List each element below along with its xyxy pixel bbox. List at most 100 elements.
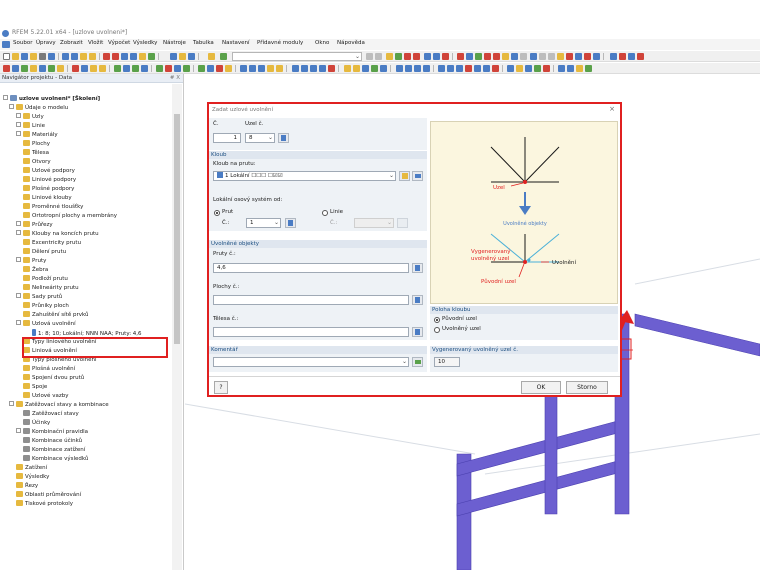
menu-tabulka[interactable]: Tabulka [193,40,214,46]
cancel-button[interactable]: Storno [566,381,608,394]
divide-icon[interactable] [114,65,121,72]
view-iso-icon[interactable] [267,65,274,72]
tree-item-intersections[interactable]: Průniky ploch [23,302,69,311]
wizard-icon[interactable] [534,65,541,72]
open-icon[interactable] [12,53,19,60]
view-persp-icon[interactable] [276,65,283,72]
snap-icon[interactable] [530,53,537,60]
member-no-select[interactable]: 1 ⌄ [246,218,281,228]
tree-item-loads[interactable]: Zatížení [16,464,47,473]
load-member-icon[interactable] [165,65,172,72]
view-z-icon[interactable] [484,53,491,60]
tree-item-member-sets[interactable]: Sady prutů [16,293,62,302]
show-loads-icon[interactable] [328,65,335,72]
comment-field[interactable]: ⌄ [213,357,409,367]
hinge-select[interactable]: 1 Lokální ☐☐☐ ☐☑☑ ⌄ [213,171,396,181]
show-members-icon[interactable] [310,65,317,72]
line-icon[interactable] [12,65,19,72]
tree-item-cross-sections[interactable]: Průřezy [16,221,53,230]
snap-grid-icon[interactable] [465,65,472,72]
tree-item-nodes[interactable]: Uzly [16,113,44,122]
scrollbar-thumb[interactable] [174,114,180,344]
snap-end-icon[interactable] [492,65,499,72]
tree-item-project[interactable]: uzlove uvolneni* [Školení] [3,95,100,104]
numbering-icon[interactable] [292,65,299,72]
tree-item-eccentricities[interactable]: Excentricity prutu [23,239,81,248]
close-icon[interactable]: × [609,105,615,113]
edit-hinge-button[interactable] [412,171,423,181]
model-icon[interactable] [89,53,96,60]
axis-icon[interactable] [575,53,582,60]
dxf-icon[interactable] [525,65,532,72]
design-check-icon[interactable] [543,65,550,72]
ok-button[interactable]: OK [521,381,561,394]
tree-item-orthotropic[interactable]: Ortotropní plochy a membrány [23,212,117,221]
pick-solids-button[interactable] [412,327,423,337]
result-stress-icon[interactable] [216,65,223,72]
collapse-icon[interactable] [9,104,14,109]
print-graphic-icon[interactable] [576,65,583,72]
help-icon[interactable] [637,53,644,60]
load-case-select[interactable]: ⌄ [232,52,362,61]
guide-obj-icon[interactable] [371,65,378,72]
zoom-icon[interactable] [121,53,128,60]
rotate-icon[interactable] [130,53,137,60]
solids-field[interactable] [213,327,409,337]
expand-icon[interactable] [16,113,21,118]
wireframe-icon[interactable] [511,53,518,60]
grid-icon[interactable] [179,53,186,60]
tree-item-model-data[interactable]: Údaje o modelu [9,104,68,113]
snap-mid-icon[interactable] [483,65,490,72]
clip-icon[interactable] [405,65,412,72]
redo-icon[interactable] [71,53,78,60]
menu-vypocet[interactable]: Výpočet [108,40,130,46]
radio-line[interactable] [322,210,328,216]
menu-vysledky[interactable]: Výsledky [133,40,157,46]
tree-item-sections[interactable]: Řezy [16,482,38,491]
expand-icon[interactable] [16,428,21,433]
workplane-xz-icon[interactable] [456,65,463,72]
navigator-pin-controls[interactable]: # X [170,75,180,81]
prev-icon[interactable] [366,53,373,60]
coordinate-icon[interactable] [584,53,591,60]
tree-item-materials[interactable]: Materiály [16,131,58,140]
menu-pridavne-moduly[interactable]: Přídavné moduly [257,40,303,46]
generate-icon[interactable] [132,65,139,72]
deform-icon[interactable] [395,53,402,60]
dimension-obj-icon[interactable] [380,65,387,72]
radio-released-node[interactable] [434,327,440,333]
select-icon[interactable] [80,53,87,60]
view-y-icon[interactable] [475,53,482,60]
load-surface-icon[interactable] [183,65,190,72]
expand-icon[interactable] [16,293,21,298]
workplane-xy-icon[interactable] [438,65,445,72]
workplane-yz-icon[interactable] [447,65,454,72]
menu-nastroje[interactable]: Nástroje [163,40,186,46]
render-icon[interactable] [502,53,509,60]
connect-icon[interactable] [123,65,130,72]
visibility-icon[interactable] [362,65,369,72]
values-icon[interactable] [404,53,411,60]
pick-surfaces-button[interactable] [412,295,423,305]
ortho-mode-icon[interactable] [507,65,514,72]
menu-soubor[interactable]: Soubor [13,40,32,46]
tree-item-surface-supports[interactable]: Plošné podpory [23,185,74,194]
tree-item-printout-reports[interactable]: Tiskové protokoly [16,500,73,509]
results-icon[interactable] [112,53,119,60]
show-surfaces-icon[interactable] [319,65,326,72]
print-preview-icon[interactable] [48,53,55,60]
menu-okno[interactable]: Okno [315,40,329,46]
module-icon[interactable] [610,53,617,60]
iso-view-icon[interactable] [493,53,500,60]
expand-icon[interactable] [16,257,21,262]
tree-item-load-combinations[interactable]: Kombinace zatížení [23,446,85,455]
expand-icon[interactable] [16,230,21,235]
guide-icon[interactable] [548,53,555,60]
node-icon[interactable] [3,65,10,72]
tree-item-results[interactable]: Výsledky [16,473,49,482]
tree-item-variable-thickness[interactable]: Proměnné tloušťky [23,203,83,212]
tree-item-actions[interactable]: Účinky [23,419,50,428]
select-node-button[interactable] [278,133,289,143]
comment-button[interactable] [412,357,423,367]
tree-item-nodal-constraints[interactable]: Uzlové vazby [23,392,68,401]
